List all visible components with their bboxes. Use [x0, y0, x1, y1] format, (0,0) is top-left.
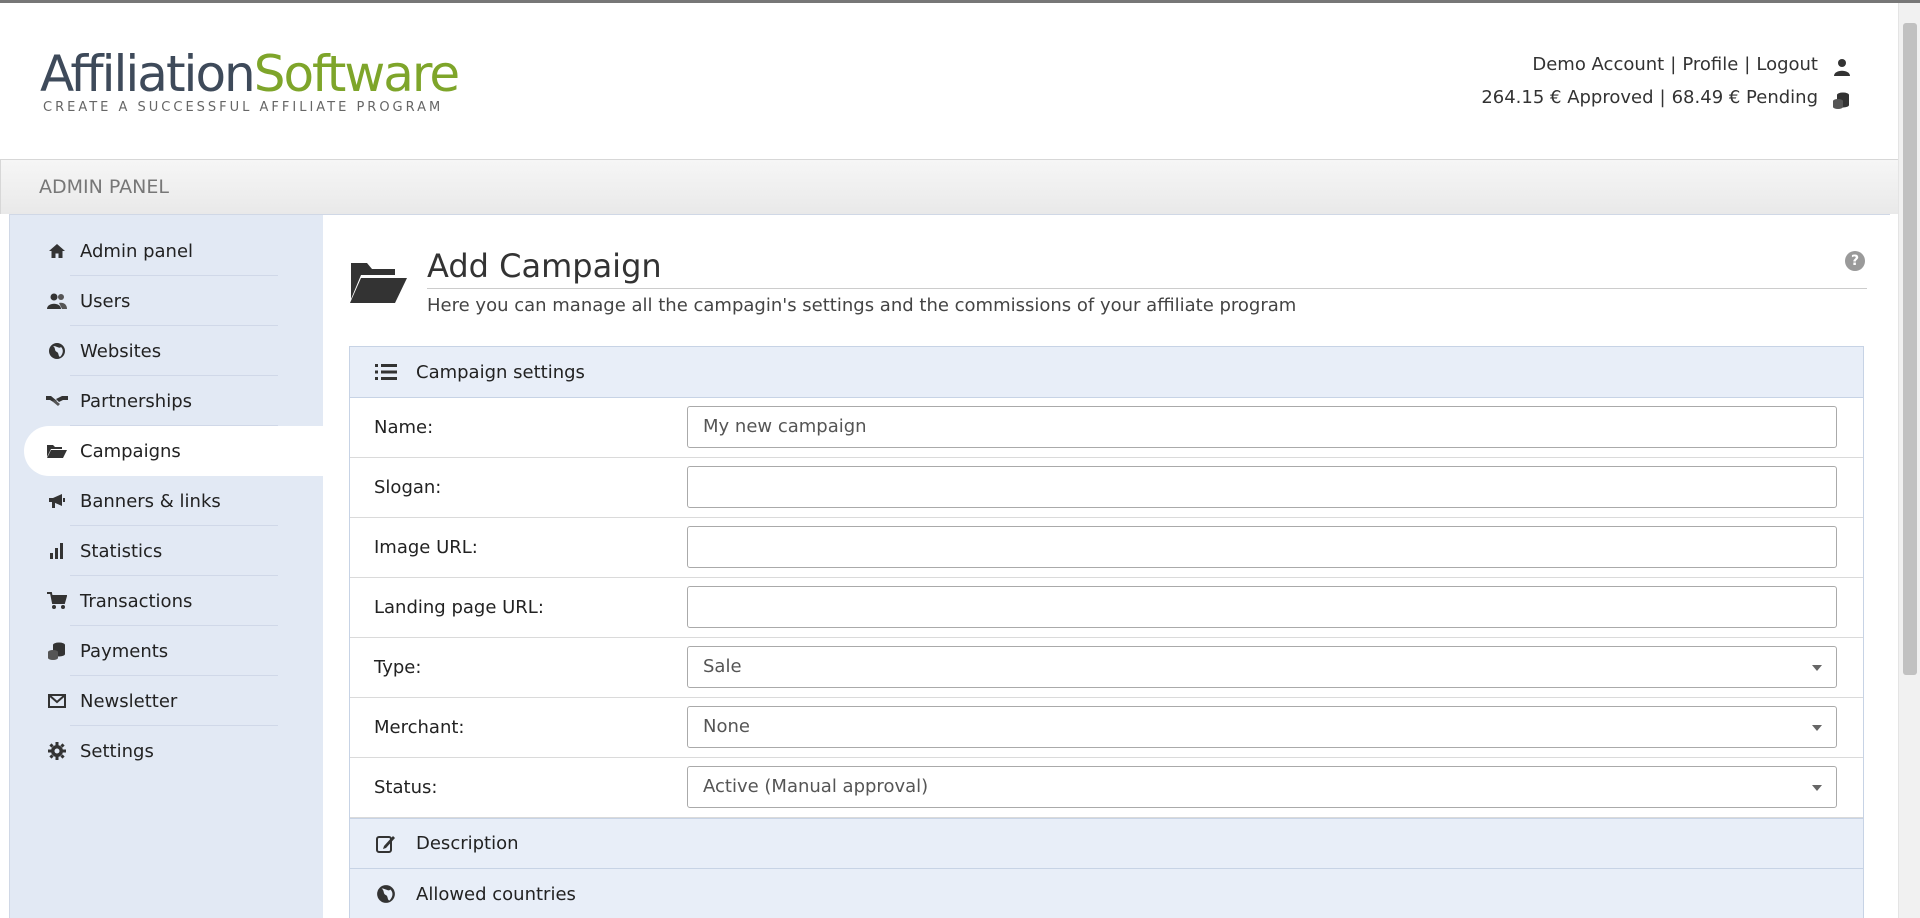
home-icon	[46, 240, 68, 262]
field-label: Status:	[374, 777, 438, 798]
landing-url-input[interactable]	[687, 586, 1837, 628]
sidebar-item-partnerships[interactable]: Partnerships	[24, 376, 324, 426]
account-link[interactable]: Demo Account	[1532, 48, 1664, 81]
form-row-type: Type: Sale	[350, 638, 1863, 698]
form-row-status: Status: Active (Manual approval)	[350, 758, 1863, 818]
gear-icon	[46, 740, 68, 762]
sidebar-item-label: Admin panel	[80, 240, 194, 262]
sidebar-item-label: Banners & links	[80, 490, 221, 512]
name-input[interactable]: My new campaign	[687, 406, 1837, 448]
field-label: Slogan:	[374, 477, 442, 498]
bar-chart-icon	[46, 540, 68, 562]
merchant-select[interactable]: None	[687, 706, 1837, 748]
sidebar-item-label: Statistics	[80, 540, 163, 562]
sidebar-item-label: Campaigns	[80, 440, 181, 462]
section-title: Allowed countries	[416, 883, 576, 905]
profile-link[interactable]: Profile	[1682, 48, 1738, 81]
sidebar-item-campaigns[interactable]: Campaigns	[24, 426, 324, 476]
main-content: Add Campaign Here you can manage all the…	[323, 214, 1890, 918]
campaign-form: Campaign settings Name: My new campaign …	[349, 346, 1864, 918]
chevron-down-icon	[1812, 725, 1822, 731]
coins-icon	[46, 640, 68, 662]
sidebar-item-admin-panel[interactable]: Admin panel	[24, 226, 324, 276]
sidebar-item-statistics[interactable]: Statistics	[24, 526, 324, 576]
globe-icon	[374, 882, 398, 906]
sidebar-item-label: Partnerships	[80, 390, 193, 412]
separator: |	[1744, 54, 1751, 75]
user-menu: Demo Account | Profile | Logout 264.15 €…	[1481, 48, 1852, 114]
envelope-icon	[46, 690, 68, 712]
panel-title: ADMIN PANEL	[39, 176, 169, 198]
separator: |	[1670, 54, 1677, 75]
list-icon	[374, 360, 398, 384]
form-row-slogan: Slogan:	[350, 458, 1863, 518]
section-campaign-settings[interactable]: Campaign settings	[350, 347, 1863, 398]
sidebar-item-label: Newsletter	[80, 690, 178, 712]
pending-balance: 68.49 € Pending	[1671, 87, 1818, 108]
sidebar-item-banners-links[interactable]: Banners & links	[24, 476, 324, 526]
sidebar-item-websites[interactable]: Websites	[24, 326, 324, 376]
folder-open-icon	[349, 257, 409, 307]
chevron-down-icon	[1812, 785, 1822, 791]
logo[interactable]: AffiliationSoftware CREATE A SUCCESSFUL …	[40, 45, 460, 115]
bullhorn-icon	[46, 490, 68, 512]
cart-icon	[46, 590, 68, 612]
sidebar-item-settings[interactable]: Settings	[24, 726, 324, 776]
form-row-merchant: Merchant: None	[350, 698, 1863, 758]
select-value: Sale	[703, 656, 742, 677]
globe-icon	[46, 340, 68, 362]
field-label: Merchant:	[374, 717, 465, 738]
panel-header: ADMIN PANEL	[0, 159, 1898, 214]
field-label: Type:	[374, 657, 422, 678]
logout-link[interactable]: Logout	[1756, 48, 1818, 81]
select-value: None	[703, 716, 750, 737]
approved-balance: 264.15 € Approved	[1481, 87, 1654, 108]
field-label: Name:	[374, 417, 434, 438]
field-label: Image URL:	[374, 537, 478, 558]
sidebar-item-label: Users	[80, 290, 131, 312]
image-url-input[interactable]	[687, 526, 1837, 568]
page-title: Add Campaign	[427, 247, 662, 285]
edit-icon	[374, 832, 398, 856]
folder-open-icon	[46, 440, 68, 462]
slogan-input[interactable]	[687, 466, 1837, 508]
page-subtitle: Here you can manage all the campagin's s…	[427, 295, 1297, 316]
sidebar-item-label: Settings	[80, 740, 154, 762]
sidebar-item-label: Payments	[80, 640, 169, 662]
sidebar-item-transactions[interactable]: Transactions	[24, 576, 324, 626]
form-row-landing-url: Landing page URL:	[350, 578, 1863, 638]
sidebar-item-users[interactable]: Users	[24, 276, 324, 326]
section-description[interactable]: Description	[350, 818, 1863, 869]
handshake-icon	[46, 390, 68, 412]
user-icon	[1832, 55, 1852, 76]
sidebar: Admin panel Users Websites Partnerships …	[9, 214, 324, 918]
form-row-image-url: Image URL:	[350, 518, 1863, 578]
scrollbar-thumb[interactable]	[1903, 23, 1917, 675]
section-allowed-countries[interactable]: Allowed countries	[350, 869, 1863, 918]
help-icon[interactable]: ?	[1845, 251, 1865, 271]
users-icon	[46, 290, 68, 312]
window-top-border	[0, 0, 1920, 3]
form-row-name: Name: My new campaign	[350, 398, 1863, 458]
vertical-scrollbar[interactable]	[1898, 3, 1920, 918]
sidebar-item-label: Websites	[80, 340, 162, 362]
chevron-down-icon	[1812, 665, 1822, 671]
select-value: Active (Manual approval)	[703, 776, 929, 797]
status-select[interactable]: Active (Manual approval)	[687, 766, 1837, 808]
section-title: Description	[416, 833, 519, 854]
section-title: Campaign settings	[416, 361, 585, 383]
sidebar-item-label: Transactions	[80, 590, 193, 612]
coins-icon	[1832, 88, 1852, 109]
separator: |	[1659, 87, 1666, 108]
sidebar-item-newsletter[interactable]: Newsletter	[24, 676, 324, 726]
field-label: Landing page URL:	[374, 597, 544, 618]
type-select[interactable]: Sale	[687, 646, 1837, 688]
logo-wordmark: AffiliationSoftware	[40, 45, 460, 103]
logo-tagline: CREATE A SUCCESSFUL AFFILIATE PROGRAM	[43, 100, 444, 115]
sidebar-item-payments[interactable]: Payments	[24, 626, 324, 676]
title-divider	[427, 288, 1867, 289]
